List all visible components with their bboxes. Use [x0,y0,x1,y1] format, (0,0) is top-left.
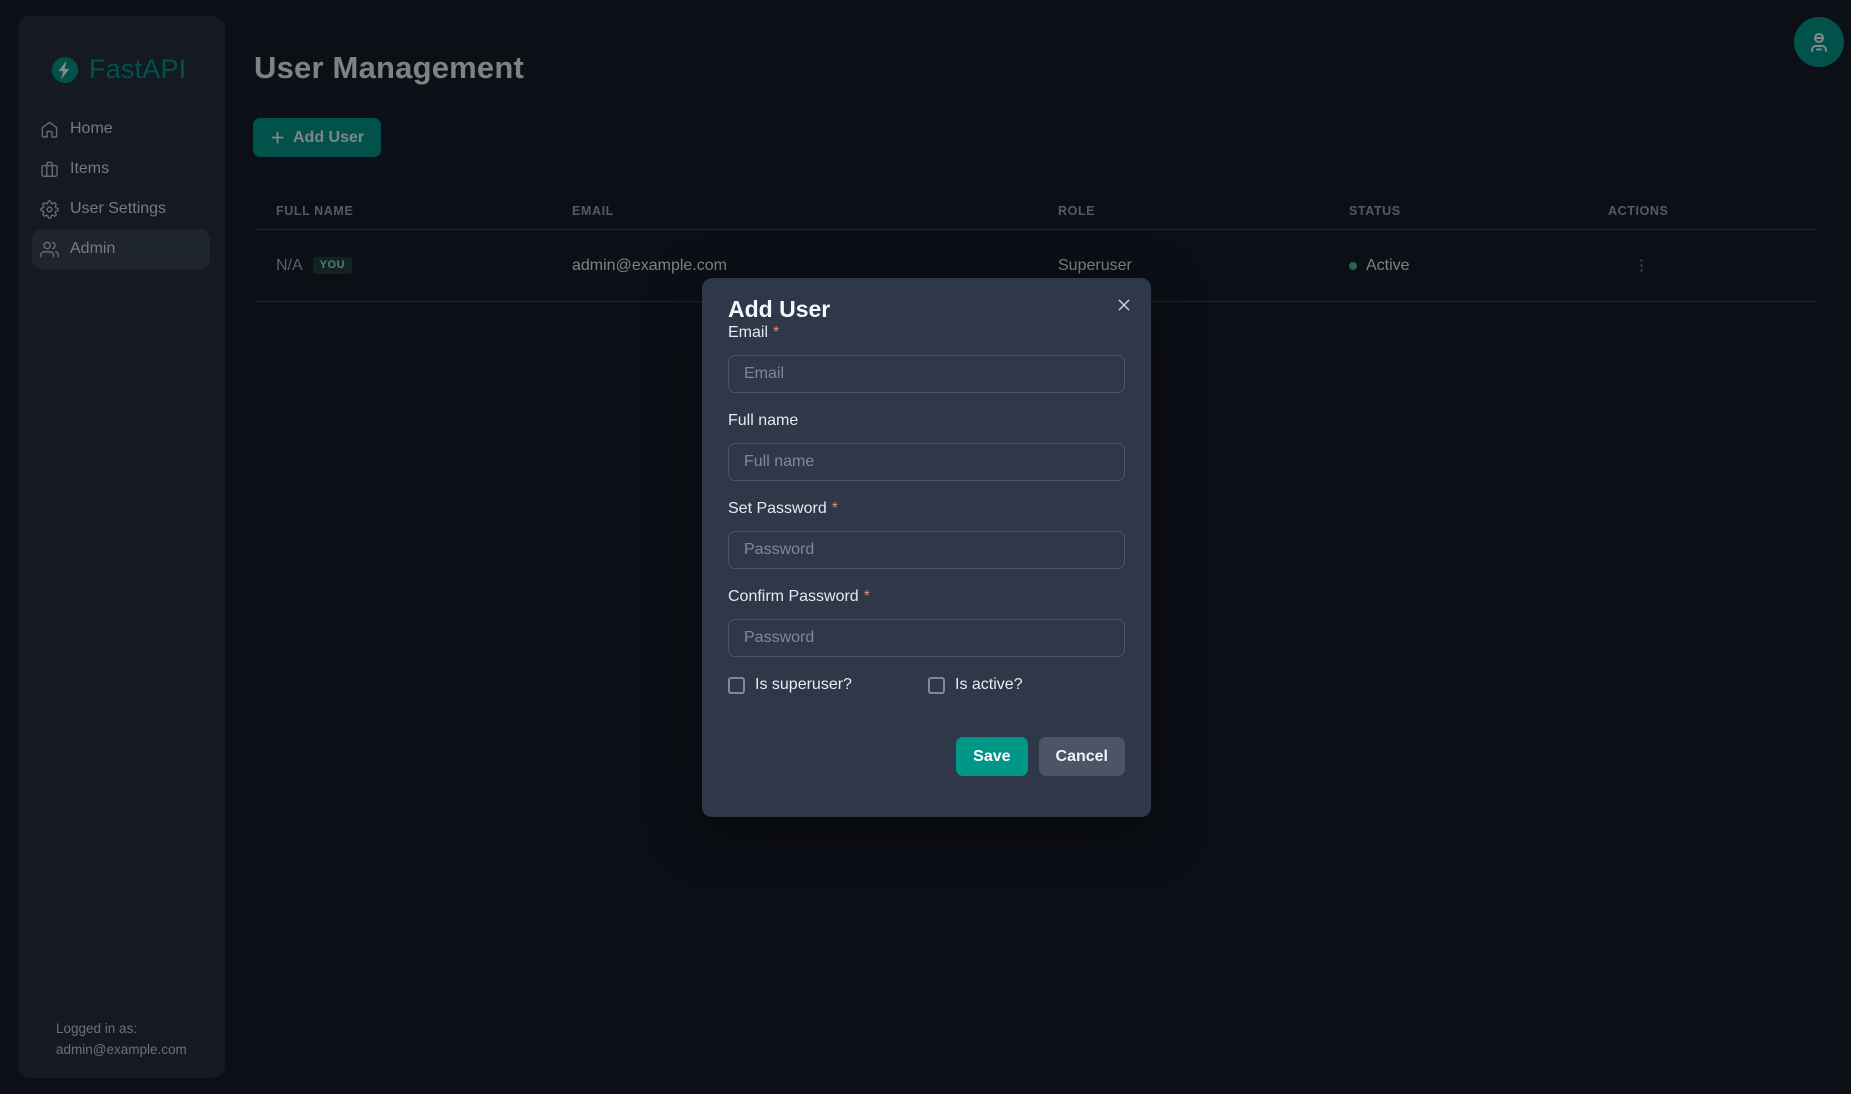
set-password-label: Set Password * [728,499,1125,519]
email-label: Email * [728,323,1125,343]
field-label-text: Set Password [728,499,827,519]
field-label-text: Confirm Password [728,587,859,607]
set-password-field[interactable] [728,531,1125,569]
required-asterisk: * [864,587,870,607]
full-name-field[interactable] [728,443,1125,481]
full-name-label: Full name [728,411,1125,431]
confirm-password-label: Confirm Password * [728,587,1125,607]
checkbox-row: Is superuser? Is active? [728,675,1125,695]
modal-title: Add User [728,296,1125,323]
cancel-button[interactable]: Cancel [1039,737,1125,776]
email-field-group: Email * [728,323,1125,393]
required-asterisk: * [832,499,838,519]
is-superuser-checkbox[interactable]: Is superuser? [728,676,928,694]
add-user-modal: Add User Email * Full name Set Password … [702,278,1151,817]
is-active-checkbox[interactable]: Is active? [928,676,1023,694]
required-asterisk: * [773,323,779,343]
checkbox-box-icon [928,677,945,694]
email-field[interactable] [728,355,1125,393]
modal-footer: Save Cancel [728,737,1125,776]
set-password-field-group: Set Password * [728,499,1125,569]
field-label-text: Email [728,323,768,343]
is-superuser-label: Is superuser? [755,676,852,694]
modal-close-button[interactable] [1109,290,1139,320]
checkbox-box-icon [728,677,745,694]
is-active-label: Is active? [955,676,1023,694]
full-name-field-group: Full name [728,411,1125,481]
close-icon [1116,297,1132,313]
confirm-password-field-group: Confirm Password * [728,587,1125,657]
save-button[interactable]: Save [956,737,1027,776]
field-label-text: Full name [728,411,798,431]
confirm-password-field[interactable] [728,619,1125,657]
